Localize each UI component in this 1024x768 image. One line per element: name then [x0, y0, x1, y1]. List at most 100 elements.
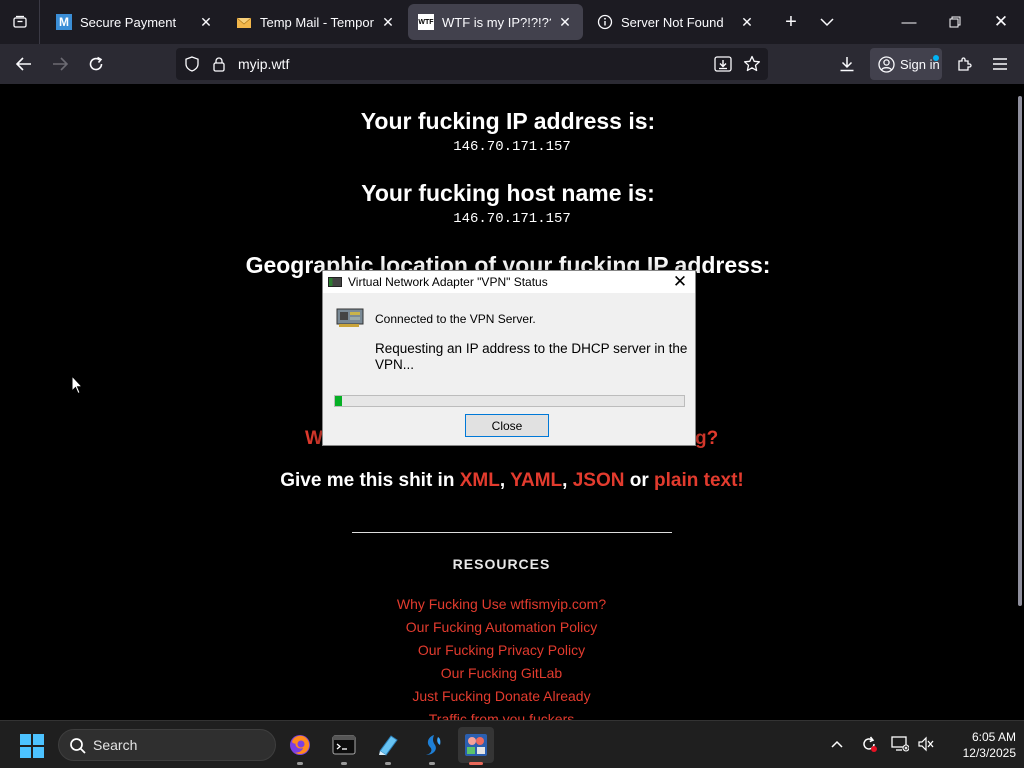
system-clock[interactable]: 6:05 AM 12/3/2025 — [944, 729, 1016, 761]
close-window-button[interactable]: ✕ — [978, 0, 1024, 44]
sync-icon — [863, 736, 877, 752]
network-adapter-icon — [328, 277, 342, 287]
tray-network-icon[interactable] — [889, 733, 911, 755]
xml-link[interactable]: XML — [460, 470, 500, 491]
dialog-title: Virtual Network Adapter "VPN" Status — [348, 275, 548, 289]
ip-address-value: 146.70.171.157 — [453, 139, 571, 155]
yaml-link[interactable]: YAML — [510, 470, 562, 491]
mouse-cursor-icon — [71, 375, 83, 395]
terminal-taskbar-button[interactable] — [326, 727, 362, 765]
menu-button[interactable] — [984, 48, 1016, 80]
reload-icon — [89, 56, 103, 71]
tab-wtf-is-my-ip[interactable]: WTF WTF is my IP?!?!?? ✕ — [408, 4, 583, 40]
progress-bar — [334, 395, 685, 407]
star-bookmark-icon[interactable] — [743, 55, 761, 78]
format-options: Give me this shit in XML, YAML, JSON or … — [0, 470, 1016, 492]
tab-temp-mail[interactable]: Temp Mail - Temporary ✕ — [226, 4, 406, 40]
tab-secure-payment[interactable]: M Secure Payment ✕ — [46, 4, 224, 40]
lock-icon[interactable] — [212, 56, 226, 77]
minimize-icon: — — [901, 13, 917, 31]
windows-logo-icon — [20, 734, 31, 745]
softether-taskbar-button[interactable] — [414, 727, 450, 765]
restore-button[interactable] — [932, 0, 978, 44]
vpn-manager-taskbar-button[interactable] — [458, 727, 494, 765]
terminal-icon — [332, 735, 356, 755]
show-hidden-icons-button[interactable] — [826, 733, 848, 755]
json-link[interactable]: JSON — [573, 470, 625, 491]
resource-link-traffic[interactable]: Traffic from you fuckers — [0, 711, 1003, 720]
search-placeholder: Search — [93, 737, 138, 753]
extensions-button[interactable] — [948, 48, 980, 80]
arrow-right-icon — [53, 57, 68, 71]
minimize-button[interactable]: — — [886, 0, 932, 44]
back-button[interactable] — [8, 48, 40, 80]
connection-status-text: Connected to the VPN Server. — [375, 312, 536, 326]
resource-link-why-use[interactable]: Why Fucking Use wtfismyip.com? — [0, 596, 1003, 612]
separator: or — [624, 470, 655, 491]
chevron-down-icon — [820, 18, 834, 27]
firefox-taskbar-button[interactable] — [282, 727, 318, 765]
resource-link-privacy[interactable]: Our Fucking Privacy Policy — [0, 642, 1003, 658]
ip-heading: Your fucking IP address is: — [360, 108, 656, 134]
dialog-titlebar[interactable]: Virtual Network Adapter "VPN" Status — [323, 271, 695, 293]
navigation-toolbar: myip.wtf Sign in — [0, 44, 1024, 84]
clock-date: 12/3/2025 — [962, 746, 1016, 760]
reload-button[interactable] — [80, 48, 112, 80]
firefox-icon — [290, 735, 310, 755]
vpn-manager-icon — [465, 734, 487, 756]
network-monitor-icon — [891, 736, 909, 752]
forward-button[interactable] — [44, 48, 76, 80]
page-scrollbar[interactable] — [1016, 84, 1024, 720]
list-all-tabs-button[interactable] — [804, 0, 850, 44]
close-button[interactable]: Close — [465, 414, 549, 437]
partially-hidden-link-end[interactable]: g? — [695, 428, 718, 450]
tab-close-icon[interactable]: ✕ — [380, 14, 396, 30]
network-card-icon — [336, 308, 364, 327]
tray-volume-icon[interactable] — [915, 733, 937, 755]
resource-link-automation[interactable]: Our Fucking Automation Policy — [0, 619, 1003, 635]
tab-bar: M Secure Payment ✕ Temp Mail - Temporary… — [0, 0, 1024, 44]
tab-close-icon[interactable]: ✕ — [739, 14, 755, 30]
clock-time: 6:05 AM — [971, 730, 1016, 744]
sign-in-button[interactable]: Sign in — [870, 48, 942, 80]
host-heading: Your fucking host name is: — [361, 180, 655, 206]
save-to-pocket-icon[interactable] — [714, 56, 732, 77]
url-bar[interactable]: myip.wtf — [176, 48, 768, 80]
download-icon — [840, 57, 854, 72]
running-indicator — [341, 762, 347, 765]
windows-logo-icon — [20, 747, 31, 758]
tray-sync-icon[interactable] — [858, 733, 880, 755]
running-indicator — [385, 762, 391, 765]
volume-muted-icon — [918, 736, 934, 752]
taskbar-search[interactable]: Search — [58, 729, 276, 761]
tab-list-icon — [12, 15, 27, 28]
separator: , — [562, 470, 573, 491]
dialog-close-button[interactable]: ✕ — [671, 272, 689, 292]
running-indicator — [429, 762, 435, 765]
partially-hidden-link[interactable]: W — [305, 428, 323, 450]
shield-icon[interactable] — [184, 56, 200, 77]
close-icon: ✕ — [993, 12, 1009, 31]
tab-title: Server Not Found — [621, 14, 724, 30]
close-icon: ✕ — [672, 272, 688, 291]
notepad-taskbar-button[interactable] — [370, 727, 406, 765]
resource-link-gitlab[interactable]: Our Fucking GitLab — [0, 665, 1003, 681]
tab-close-icon[interactable]: ✕ — [557, 14, 573, 30]
progress-fill — [335, 396, 342, 406]
account-icon — [878, 55, 895, 73]
plus-icon: + — [785, 10, 797, 33]
resource-link-donate[interactable]: Just Fucking Donate Already — [0, 688, 1003, 704]
url-text[interactable]: myip.wtf — [238, 56, 289, 72]
hamburger-icon — [993, 58, 1007, 70]
notepad-icon — [379, 735, 398, 756]
tab-server-not-found[interactable]: Server Not Found ✕ — [587, 4, 765, 40]
format-prefix: Give me this shit in — [280, 470, 455, 491]
puzzle-icon — [958, 57, 972, 71]
tab-close-icon[interactable]: ✕ — [198, 14, 214, 30]
tab-list-button[interactable] — [0, 0, 40, 44]
plain-text-link[interactable]: plain text! — [654, 470, 744, 491]
downloads-button[interactable] — [831, 48, 863, 80]
scrollbar-thumb[interactable] — [1018, 96, 1022, 606]
start-button[interactable] — [20, 734, 44, 758]
running-indicator — [297, 762, 303, 765]
